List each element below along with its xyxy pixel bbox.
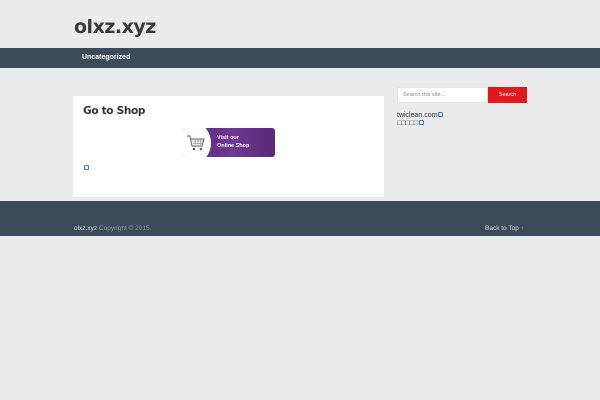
banner-line-2: Online Shop [217, 143, 250, 149]
post-title: Go to Shop [83, 105, 146, 117]
footer-site-name[interactable]: olxz.xyz [74, 225, 97, 232]
post-card: Go to Shop Visit our Online Shop [73, 96, 384, 197]
external-link-icon[interactable] [84, 165, 89, 170]
main-navbar: Uncategorized [0, 48, 600, 68]
external-link-icon [419, 120, 425, 125]
site-title[interactable]: olxz.xyz [74, 16, 156, 38]
search-button[interactable]: Search [488, 87, 527, 103]
search-input[interactable] [397, 87, 488, 103]
banner-text: Visit our Online Shop [217, 134, 273, 150]
sidebar-link-twiclean[interactable]: twiclean.com [397, 112, 444, 119]
site-footer: olxz.xyz Copyright © 2015. Back to Top ↑ [0, 201, 600, 236]
sidebar-link-label: twiclean.com [397, 112, 438, 119]
banner-line-1: Visit our [217, 135, 239, 141]
page: olxz.xyz Uncategorized Go to Shop Visit … [0, 0, 600, 400]
back-to-top-link[interactable]: Back to Top ↑ [485, 225, 524, 232]
footer-credit: olxz.xyz Copyright © 2015. [74, 225, 151, 232]
footer-copyright: Copyright © 2015. [97, 225, 152, 232]
sidebar-link-label: □□□□□ [397, 120, 419, 127]
visit-shop-banner[interactable]: Visit our Online Shop [183, 128, 275, 157]
shopping-cart-icon [187, 135, 205, 151]
sidebar-link-2[interactable]: □□□□□ [397, 120, 425, 127]
nav-item-uncategorized[interactable]: Uncategorized [82, 48, 130, 68]
external-link-icon [438, 112, 444, 117]
